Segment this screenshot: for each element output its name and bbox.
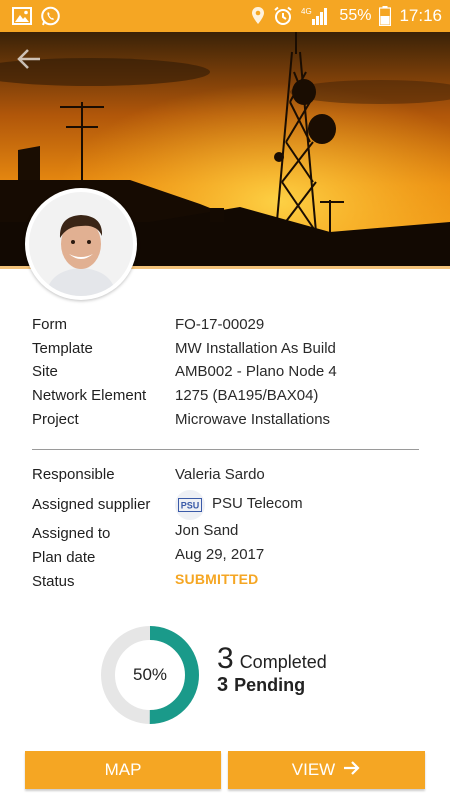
assigned-to-value: Jon Sand — [175, 522, 239, 539]
location-icon — [251, 6, 265, 26]
supplier-label: Assigned supplier — [32, 496, 151, 513]
responsible-label: Responsible — [32, 466, 115, 483]
completed-count: 3 — [217, 642, 234, 675]
plan-date-value: Aug 29, 2017 — [175, 546, 265, 563]
progress-counts: 3 Completed 3 Pending — [217, 642, 327, 706]
supplier-value: PSU Telecom — [212, 495, 303, 512]
detail-value: AMB002 - Plano Node 4 — [175, 363, 337, 380]
detail-row-template: Template MW Installation As Build — [32, 340, 432, 362]
completed-label: Completed — [239, 652, 327, 672]
detail-row-supplier: Assigned supplier PSU PSU Telecom — [32, 490, 432, 520]
detail-row-network-element: Network Element 1275 (BA195/BAX04) — [32, 387, 432, 409]
pending-count: 3 — [217, 674, 229, 696]
detail-label: Template — [32, 340, 93, 357]
status-label: Status — [32, 573, 75, 590]
status-badge: SUBMITTED — [175, 571, 259, 587]
back-button[interactable] — [14, 46, 44, 72]
network-type: 4G — [301, 7, 312, 16]
alarm-icon — [273, 6, 293, 26]
plan-date-label: Plan date — [32, 549, 96, 566]
pending-label: Pending — [234, 675, 306, 695]
supplier-logo-text: PSU — [181, 501, 200, 511]
signal-icon: 4G — [301, 6, 331, 26]
battery-percent: 55% — [339, 7, 372, 24]
arrow-right-icon — [343, 760, 361, 781]
detail-value: FO-17-00029 — [175, 316, 265, 333]
detail-row-status: Status SUBMITTED — [32, 571, 432, 594]
detail-row-form: Form FO-17-00029 — [32, 316, 432, 338]
battery-icon — [379, 6, 392, 26]
avatar — [25, 188, 137, 300]
detail-label: Network Element — [32, 387, 147, 404]
detail-row-project: Project Microwave Installations — [32, 411, 432, 433]
view-button-label: VIEW — [291, 760, 336, 779]
detail-label: Site — [32, 363, 58, 380]
map-button[interactable]: MAP — [25, 751, 221, 789]
completed-count-line: 3 Completed — [217, 642, 327, 675]
progress-percent: 50% — [132, 665, 168, 684]
whatsapp-icon — [40, 6, 61, 27]
responsible-value: Valeria Sardo — [175, 466, 265, 483]
detail-value: MW Installation As Build — [175, 340, 336, 357]
map-button-label: MAP — [104, 760, 142, 779]
profile-photo — [29, 192, 133, 296]
supplier-logo: PSU — [175, 490, 205, 520]
image-icon — [12, 7, 32, 25]
detail-row-site: Site AMB002 - Plano Node 4 — [32, 363, 432, 385]
detail-row-responsible: Responsible Valeria Sardo — [32, 466, 432, 488]
detail-value: Microwave Installations — [175, 411, 331, 428]
assigned-to-label: Assigned to — [32, 525, 111, 542]
section-divider — [32, 449, 419, 450]
detail-row-plan-date: Plan date Aug 29, 2017 — [32, 546, 432, 570]
clock: 17:16 — [399, 6, 442, 25]
view-button[interactable]: VIEW — [228, 751, 425, 789]
status-bar: 4G 55% 17:16 — [0, 0, 450, 32]
detail-value: 1275 (BA195/BAX04) — [175, 387, 319, 404]
arrow-left-icon — [14, 49, 44, 76]
pending-count-line: 3 Pending — [217, 674, 327, 706]
detail-row-assigned-to: Assigned to Jon Sand — [32, 522, 432, 547]
detail-label: Project — [32, 411, 79, 428]
detail-label: Form — [32, 316, 67, 333]
